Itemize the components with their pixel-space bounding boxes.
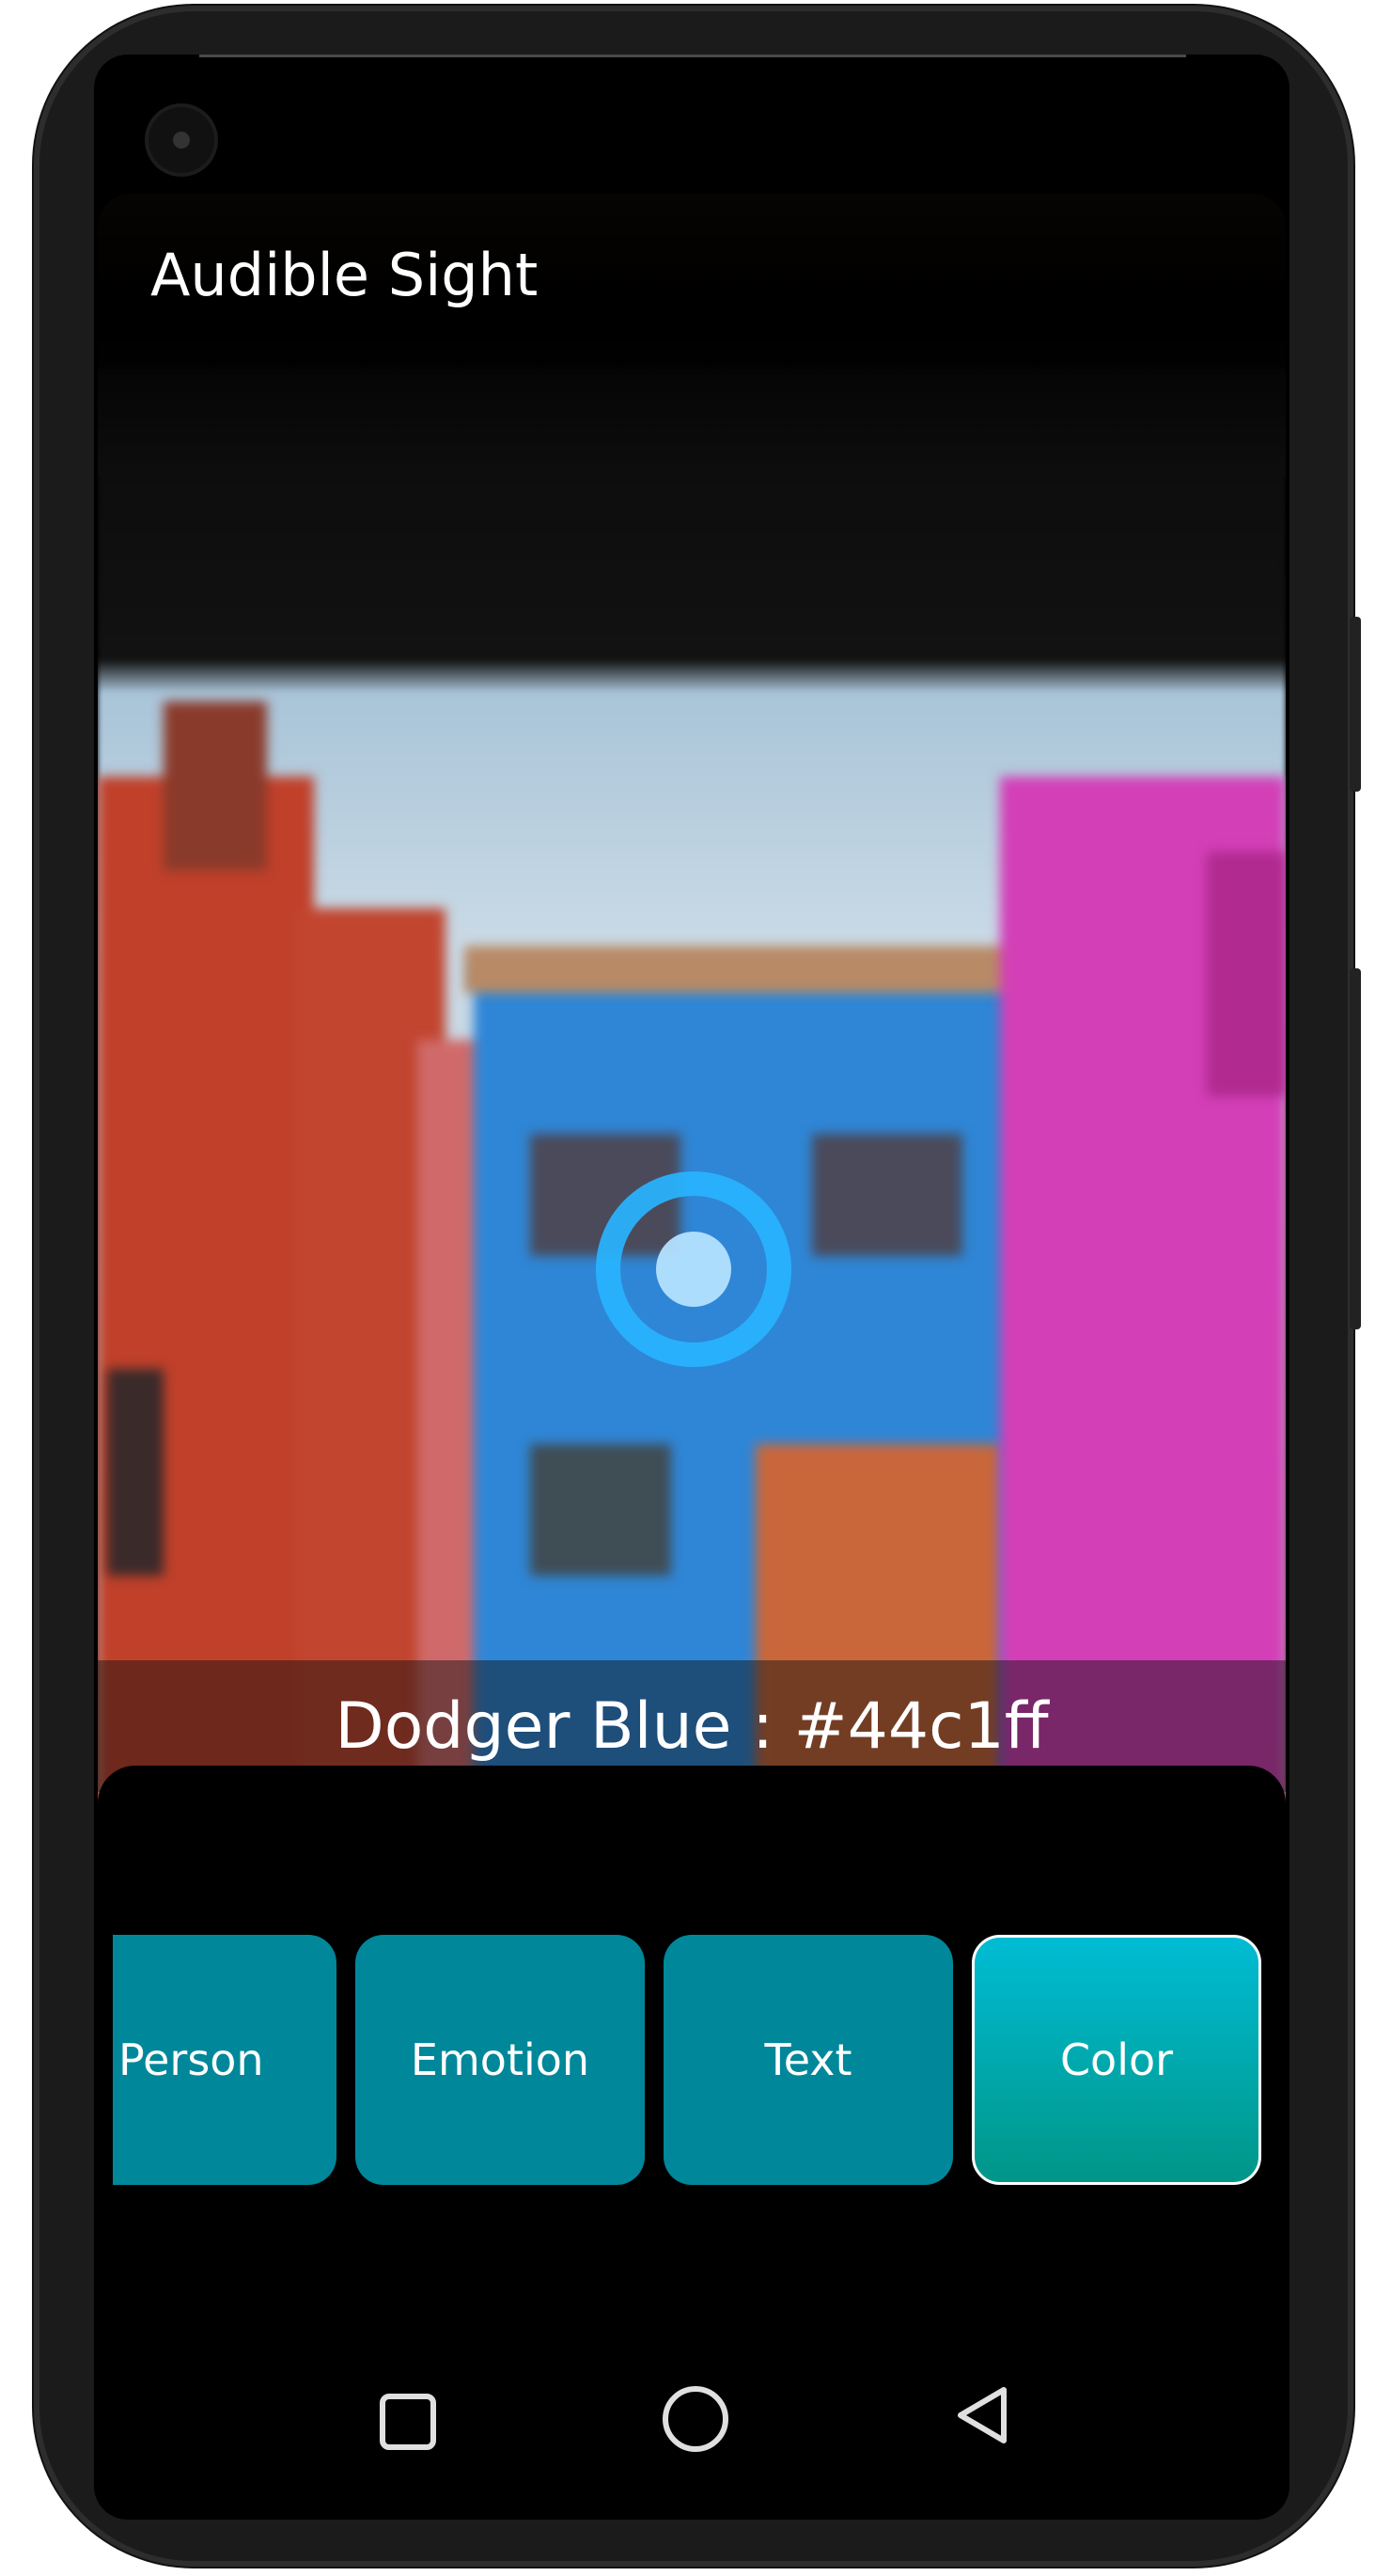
preview-building-pink-edge (1207, 852, 1286, 1096)
color-target-dot-icon (656, 1232, 731, 1307)
preview-roof (464, 946, 1028, 993)
app-title: Audible Sight (150, 241, 539, 309)
title-bar: Audible Sight (98, 194, 1286, 369)
back-triangle-icon[interactable] (951, 2382, 1017, 2448)
home-circle-icon[interactable] (663, 2386, 728, 2452)
camera-preview[interactable]: Audible Sight Dodger Blue : #44c1ff (98, 194, 1286, 1858)
volume-button (1350, 968, 1361, 1329)
mode-button-text[interactable]: Text (664, 1935, 953, 2185)
preview-window (530, 1444, 671, 1576)
phone-screen: Audible Sight Dodger Blue : #44c1ff Pers… (94, 55, 1289, 2520)
mode-button-person[interactable]: Person (113, 1935, 336, 2185)
navigation-bar (94, 2348, 1289, 2520)
recents-square-icon[interactable] (380, 2394, 436, 2450)
mode-button-color[interactable]: Color (972, 1935, 1261, 2185)
preview-window (107, 1369, 164, 1576)
mode-button-emotion[interactable]: Emotion (355, 1935, 645, 2185)
status-bar-line (199, 55, 1186, 57)
mode-button-label: Person (118, 2034, 264, 2085)
preview-window (812, 1134, 962, 1256)
front-camera-icon (148, 107, 214, 173)
power-button (1350, 617, 1361, 792)
preview-chimney (164, 701, 267, 871)
mode-button-label: Color (1059, 2034, 1174, 2085)
mode-button-label: Text (764, 2034, 852, 2085)
mode-button-label: Emotion (410, 2034, 590, 2085)
